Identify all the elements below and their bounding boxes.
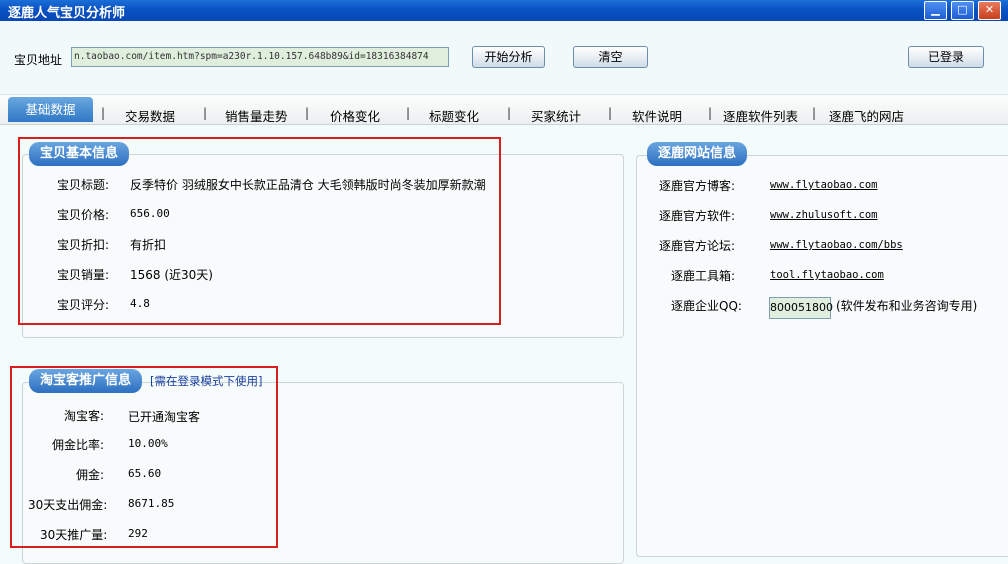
field-label: 宝贝折扣: [57,238,110,252]
tab-separator: | [305,106,310,120]
tab-price-change[interactable]: 价格变化 [330,106,380,125]
tab-separator: | [507,106,512,120]
app-title: 逐鹿人气宝贝分析师 [8,6,126,21]
field-label: 逐鹿官方博客: [659,179,736,193]
tab-basic-data[interactable]: 基础数据 [8,97,93,122]
analyze-button[interactable]: 开始分析 [472,46,545,68]
field-label: 宝贝销量: [57,268,110,282]
field-label: 佣金比率: [52,438,105,452]
tab-online-shop[interactable]: 逐鹿飞的网店 [829,106,904,125]
tab-bar: 基础数据 | 交易数据 | 销售量走势 | 价格变化 | 标题变化 | 买家统计… [0,95,1008,125]
url-label: 宝贝地址 [14,53,63,67]
tab-separator: | [812,106,817,120]
item-price-value: 656.00 [130,207,170,220]
commission-30d-value: 8671.85 [128,497,175,510]
blog-link[interactable]: www.flytaobao.com [770,179,877,191]
tab-software-info[interactable]: 软件说明 [632,106,682,125]
tab-software-list[interactable]: 逐鹿软件列表 [723,106,798,125]
item-title-value: 反季特价 羽绒服女中长款正品清仓 大毛领韩版时尚冬装加厚新款潮 [130,178,486,192]
tab-separator: | [203,106,208,120]
field-label: 逐鹿工具箱: [671,269,736,283]
item-discount-value: 有折扣 [130,238,167,252]
toolbox-link[interactable]: tool.flytaobao.com [770,269,884,281]
field-label: 逐鹿官方论坛: [659,239,736,253]
tab-separator: | [101,106,106,120]
login-button[interactable]: 已登录 [908,46,984,68]
title-bar: 逐鹿人气宝贝分析师 ▁ □ ✕ [0,0,1008,21]
tab-trade-data[interactable]: 交易数据 [125,106,175,125]
promo-count-value: 292 [128,527,148,540]
software-link[interactable]: www.zhulusoft.com [770,209,877,221]
commission-value: 65.60 [128,467,162,480]
commission-rate-value: 10.00% [128,437,168,450]
tab-buyer-stats[interactable]: 买家统计 [531,106,581,125]
maximize-button[interactable]: □ [951,1,974,20]
qq-number-field[interactable]: 800051800 [769,297,833,319]
tab-separator: | [406,106,411,120]
field-label: 宝贝价格: [57,208,110,222]
clear-button[interactable]: 清空 [573,46,648,68]
field-label: 淘宝客: [64,409,105,423]
close-button[interactable]: ✕ [978,1,1001,20]
forum-link[interactable]: www.flytaobao.com/bbs [770,239,903,251]
field-label: 30天推广量: [40,528,108,542]
tab-sales-trend[interactable]: 销售量走势 [225,106,288,125]
qq-note: (软件发布和业务咨询专用) [836,299,978,313]
field-label: 佣金: [76,468,105,482]
field-label: 宝贝标题: [57,178,110,192]
tab-title-change[interactable]: 标题变化 [429,106,479,125]
taobaoke-status-value: 已开通淘宝客 [128,410,201,424]
url-input[interactable]: n.taobao.com/item.htm?spm=a230r.1.10.157… [71,47,449,67]
field-label: 宝贝评分: [57,298,110,312]
minimize-button[interactable]: ▁ [924,1,947,20]
field-label: 逐鹿官方软件: [659,209,736,223]
item-sales-value: 1568 (近30天) [130,268,213,282]
tab-separator: | [608,106,613,120]
tab-separator: | [708,106,713,120]
item-rating-value: 4.8 [130,297,150,310]
site-info-title: 逐鹿网站信息 [647,142,748,166]
highlight-box [10,366,278,548]
field-label: 逐鹿企业QQ: [671,299,742,313]
field-label: 30天支出佣金: [28,498,108,512]
